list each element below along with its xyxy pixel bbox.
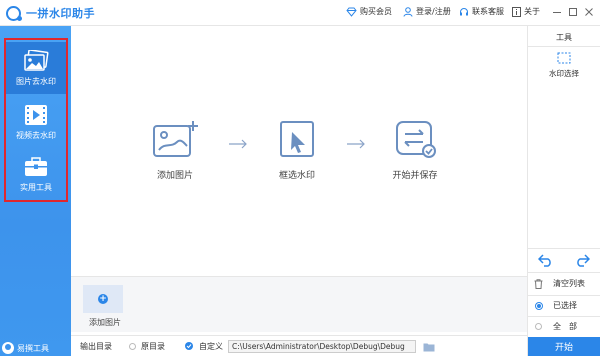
convert-save-icon <box>396 121 436 158</box>
add-image-label: 添加图片 <box>89 318 121 327</box>
undo-button[interactable] <box>528 249 564 271</box>
workspace: 添加图片 框选水印 开始并保存 <box>71 26 527 276</box>
tools-title: 工具 <box>556 33 572 42</box>
all-label: 全 部 <box>553 322 577 331</box>
toolbox-icon <box>25 156 47 176</box>
dashed-box-icon <box>557 52 571 64</box>
output-path-field[interactable]: C:\Users\Administrator\Desktop\Debug\Deb… <box>228 340 416 353</box>
sidebar: 图片去水印 视频去水印 实用工具 易撰工具 <box>0 26 71 356</box>
app-title: 一拼水印助手 <box>26 7 95 20</box>
redo-icon <box>577 254 590 267</box>
support-button[interactable]: 联系客服 <box>459 6 504 17</box>
undo-redo-row <box>528 249 600 271</box>
radio-checked-icon <box>534 301 543 310</box>
undo-icon <box>538 254 551 267</box>
output-bar: 输出目录 原目录 自定义 C:\Users\Administrator\Desk… <box>71 335 527 356</box>
maximize-button[interactable] <box>566 5 580 19</box>
avatar-icon <box>2 342 14 354</box>
video-icon <box>25 104 47 125</box>
add-image-icon <box>153 121 198 157</box>
thumbnail-tray: + 添加图片 <box>71 276 527 332</box>
sidebar-item-image-watermark[interactable]: 图片去水印 <box>6 42 66 94</box>
divider <box>528 46 600 47</box>
all-radio-option[interactable]: 全 部 <box>534 321 577 332</box>
divider <box>528 295 600 296</box>
support-label: 联系客服 <box>472 7 504 16</box>
output-dir-label: 输出目录 <box>80 341 112 351</box>
arrow-right-icon <box>347 139 365 149</box>
folder-icon[interactable] <box>423 342 435 352</box>
sidebar-highlight-frame: 图片去水印 视频去水印 实用工具 <box>4 38 68 202</box>
step-label: 框选水印 <box>278 171 315 181</box>
step-add-image: 添加图片 <box>145 120 205 181</box>
step-label: 添加图片 <box>156 171 193 181</box>
selected-radio-option[interactable]: 已选择 <box>534 300 577 311</box>
check-icon <box>186 344 192 349</box>
sidebar-item-label: 实用工具 <box>20 182 52 192</box>
custom-dir-radio[interactable] <box>185 342 193 350</box>
start-button[interactable]: 开始 <box>528 337 600 356</box>
redo-button[interactable] <box>564 249 600 271</box>
close-icon <box>585 8 593 16</box>
radio-unchecked-icon <box>535 323 542 330</box>
step-start-save: 开始并保存 <box>385 120 445 181</box>
clear-list-button[interactable]: 清空列表 <box>534 278 585 289</box>
arrow-right-icon <box>229 139 247 149</box>
sidebar-footer-link[interactable]: 易撰工具 <box>2 342 49 354</box>
plus-icon: + <box>98 294 108 304</box>
step-label: 开始并保存 <box>392 171 438 181</box>
close-button[interactable] <box>582 5 596 19</box>
original-dir-radio[interactable] <box>129 343 136 350</box>
watermark-select-tool[interactable]: 水印选择 <box>528 52 600 79</box>
minimize-button[interactable] <box>550 5 564 19</box>
sidebar-footer-label: 易撰工具 <box>17 343 49 353</box>
add-image-tile[interactable]: + <box>83 285 123 313</box>
divider <box>528 316 600 317</box>
diamond-icon <box>346 7 357 17</box>
step-select-watermark: 框选水印 <box>267 120 327 181</box>
title-bar: 一拼水印助手 购买会员 登录/注册 联系客服 关于 <box>0 0 600 26</box>
tools-panel: 工具 水印选择 清空列表 已选择 全 部 开始 <box>527 26 600 356</box>
app-logo: 一拼水印助手 <box>6 5 95 21</box>
user-icon <box>403 6 413 17</box>
custom-dir-label: 自定义 <box>199 341 223 351</box>
selected-label: 已选择 <box>553 301 577 310</box>
maximize-icon <box>569 8 577 16</box>
logo-icon <box>6 5 22 21</box>
headset-icon <box>460 7 468 15</box>
minimize-icon <box>553 12 561 13</box>
trash-icon <box>534 278 543 289</box>
clear-list-label: 清空列表 <box>553 279 585 288</box>
buy-vip-button[interactable]: 购买会员 <box>346 6 392 17</box>
original-dir-label: 原目录 <box>141 341 165 351</box>
login-button[interactable]: 登录/注册 <box>403 6 451 17</box>
divider <box>528 272 600 273</box>
watermark-select-label: 水印选择 <box>549 69 579 78</box>
info-icon <box>512 6 521 17</box>
sidebar-item-video-watermark[interactable]: 视频去水印 <box>6 96 66 148</box>
buy-vip-label: 购买会员 <box>360 7 392 16</box>
sidebar-item-tools[interactable]: 实用工具 <box>6 148 66 200</box>
login-label: 登录/注册 <box>416 7 451 16</box>
select-area-icon <box>280 121 314 157</box>
sidebar-item-label: 视频去水印 <box>16 130 56 140</box>
sidebar-item-label: 图片去水印 <box>16 76 56 86</box>
image-icon <box>24 49 49 71</box>
about-label: 关于 <box>524 7 540 16</box>
about-button[interactable]: 关于 <box>512 6 540 17</box>
